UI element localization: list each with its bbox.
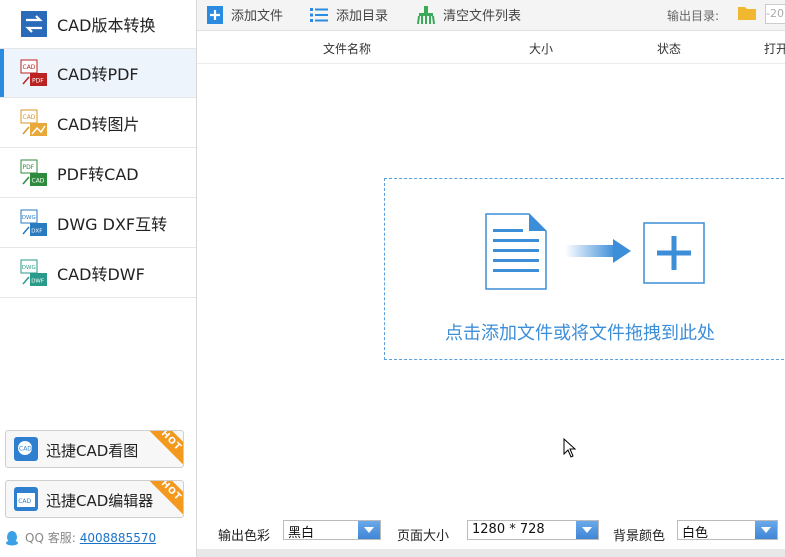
sidebar-item-label: CAD版本转换 <box>57 16 156 35</box>
cad-editor-icon: CAD <box>14 487 38 511</box>
sidebar-item-pdf-to-cad[interactable]: PDF CAD PDF转CAD <box>0 149 196 198</box>
svg-text:CAD: CAD <box>32 178 45 185</box>
promo-label: 迅捷CAD编辑器 <box>46 492 154 510</box>
cad-to-dwf-icon: DWG DWF <box>20 259 47 286</box>
cad-to-image-icon: CAD <box>20 109 47 136</box>
output-color-select[interactable]: 黑白 <box>283 520 381 541</box>
svg-text:DWF: DWF <box>31 279 44 285</box>
sidebar-item-label: CAD转PDF <box>57 65 139 84</box>
mouse-cursor-icon <box>563 438 577 458</box>
chevron-down-icon <box>755 521 777 539</box>
svg-text:PDF: PDF <box>32 78 44 85</box>
sidebar-item-label: CAD转DWF <box>57 265 145 284</box>
page-size-label: 页面大小 <box>397 529 450 544</box>
toolbar: 添加文件 添加目录 清空文件列表 输出目录: -20 <box>197 0 785 31</box>
svg-text:CAD: CAD <box>18 498 31 505</box>
qq-number-link[interactable]: 4008885570 <box>80 531 156 545</box>
svg-text:PDF: PDF <box>23 164 35 171</box>
column-header-open: 打开 <box>764 42 785 56</box>
cad-version-convert-icon <box>21 11 47 37</box>
cad-viewer-icon: CAD <box>14 437 38 461</box>
document-icon <box>485 213 547 290</box>
list-icon <box>310 7 328 22</box>
svg-text:CAD: CAD <box>23 114 36 121</box>
output-dir-input[interactable]: -20 <box>765 4 785 24</box>
broom-icon <box>417 5 435 24</box>
sidebar-item-cad-to-dwf[interactable]: DWG DWF CAD转DWF <box>0 249 196 298</box>
clear-list-button[interactable]: 清空文件列表 <box>417 5 521 24</box>
svg-text:DXF: DXF <box>31 229 42 235</box>
status-strip <box>197 549 785 557</box>
add-directory-button[interactable]: 添加目录 <box>310 5 388 24</box>
sidebar-item-label: PDF转CAD <box>57 165 139 184</box>
add-plus-icon <box>643 222 705 284</box>
background-color-select[interactable]: 白色 <box>677 520 778 541</box>
qq-label: QQ 客服: <box>25 531 76 545</box>
add-file-button[interactable]: 添加文件 <box>207 5 283 24</box>
column-header-filename: 文件名称 <box>323 42 372 56</box>
file-drop-zone[interactable]: 点击添加文件或将文件拖拽到此处 <box>384 178 785 360</box>
sidebar-item-label: CAD转图片 <box>57 115 140 134</box>
arrow-right-icon <box>565 239 631 263</box>
sidebar: CAD版本转换 CAD PDF CAD转PDF CAD CAD转图片 PDF C… <box>0 0 197 557</box>
svg-text:DWG: DWG <box>22 215 36 221</box>
promo-cad-viewer-button[interactable]: CAD 迅捷CAD看图 HOT <box>5 430 184 468</box>
chevron-down-icon <box>358 521 380 539</box>
column-header-size: 大小 <box>529 42 554 56</box>
qq-support: QQ 客服: 4008885570 <box>5 529 156 546</box>
qq-penguin-icon <box>6 530 18 545</box>
pdf-to-cad-icon: PDF CAD <box>20 159 47 186</box>
chevron-down-icon <box>576 521 598 539</box>
file-table-header: 文件名称 大小 状态 打开 <box>197 31 785 64</box>
cad-to-pdf-icon: CAD PDF <box>20 59 47 86</box>
add-file-icon <box>207 5 223 24</box>
promo-label: 迅捷CAD看图 <box>46 442 139 460</box>
sidebar-item-dwg-dxf[interactable]: DWG DXF DWG DXF互转 <box>0 199 196 248</box>
sidebar-item-cad-to-image[interactable]: CAD CAD转图片 <box>0 99 196 148</box>
output-dir-label: 输出目录: <box>667 9 720 23</box>
sidebar-item-cad-version[interactable]: CAD版本转换 <box>0 0 196 49</box>
svg-text:CAD: CAD <box>23 64 36 71</box>
column-header-status: 状态 <box>657 42 682 56</box>
svg-text:CAD: CAD <box>19 446 32 453</box>
sidebar-item-cad-to-pdf[interactable]: CAD PDF CAD转PDF <box>0 49 196 98</box>
promo-cad-editor-button[interactable]: CAD 迅捷CAD编辑器 HOT <box>5 480 184 518</box>
page-size-select[interactable]: 1280 * 728 <box>467 520 599 540</box>
sidebar-item-label: DWG DXF互转 <box>57 215 168 234</box>
dwg-dxf-convert-icon: DWG DXF <box>20 209 47 236</box>
drop-zone-text: 点击添加文件或将文件拖拽到此处 <box>445 323 715 344</box>
folder-icon[interactable] <box>738 5 756 20</box>
svg-text:DWG: DWG <box>22 265 36 271</box>
background-color-label: 背景颜色 <box>613 529 666 544</box>
output-color-label: 输出色彩 <box>218 529 271 544</box>
hot-badge: HOT <box>146 431 183 466</box>
